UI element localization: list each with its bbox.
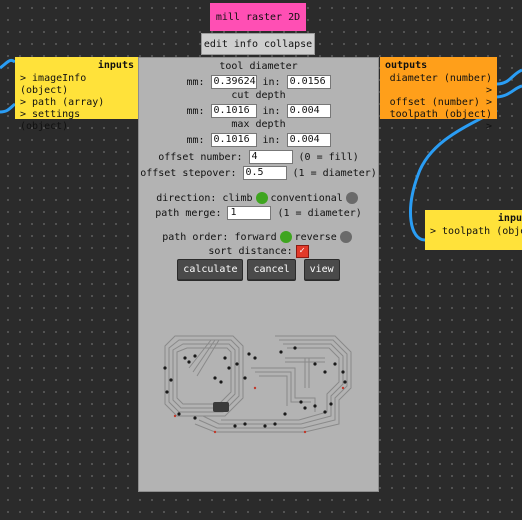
path-merge-input[interactable]: 1 bbox=[227, 206, 272, 220]
max-depth-mm-input[interactable]: 0.1016 bbox=[210, 133, 257, 147]
tool-diameter-in-input[interactable]: 0.0156 bbox=[286, 75, 331, 89]
conventional-radio[interactable] bbox=[345, 192, 358, 204]
path-merge-row: path merge: 1 (1 = diameter) bbox=[139, 206, 378, 220]
reverse-radio[interactable] bbox=[339, 231, 352, 243]
next-input-port-toolpath[interactable]: > toolpath (objec bbox=[425, 226, 522, 238]
forward-radio[interactable] bbox=[279, 231, 292, 243]
offset-number-label: offset number: bbox=[158, 151, 243, 163]
in-label: in: bbox=[262, 105, 281, 117]
action-buttons-row: calculate cancel view bbox=[139, 259, 378, 281]
sort-distance-row: sort distance: ✓ bbox=[139, 245, 378, 258]
input-port-path[interactable]: > path (array) bbox=[15, 97, 139, 109]
cut-depth-row: mm: 0.1016 in: 0.004 bbox=[139, 104, 378, 118]
path-order-row: path order: forward reverse bbox=[139, 231, 378, 243]
path-order-forward-label: path order: forward bbox=[162, 231, 277, 243]
direction-conventional-label: conventional bbox=[270, 192, 343, 204]
view-button[interactable]: view bbox=[303, 259, 340, 281]
output-port-toolpath[interactable]: toolpath (object) > bbox=[380, 109, 497, 133]
offset-number-hint: (0 = fill) bbox=[298, 151, 359, 163]
offset-stepover-hint: (1 = diameter) bbox=[292, 167, 377, 179]
cut-depth-heading: cut depth bbox=[231, 90, 286, 101]
edit-info-collapse-bar[interactable]: edit info collapse bbox=[201, 33, 315, 55]
cut-depth-mm-input[interactable]: 0.1016 bbox=[210, 104, 257, 118]
direction-row: direction: climb conventional bbox=[139, 192, 378, 204]
path-order-reverse-label: reverse bbox=[294, 231, 337, 243]
in-label: in: bbox=[262, 76, 281, 88]
output-port-offset[interactable]: offset (number) > bbox=[380, 97, 497, 109]
max-depth-row: mm: 0.1016 in: 0.004 bbox=[139, 133, 378, 147]
offset-stepover-row: offset stepover: 0.5 (1 = diameter) bbox=[139, 166, 378, 180]
cut-depth-in-input[interactable]: 0.004 bbox=[286, 104, 331, 118]
climb-radio[interactable] bbox=[255, 192, 268, 204]
input-port-imageinfo[interactable]: > imageInfo (object) bbox=[15, 73, 139, 97]
outputs-node[interactable]: outputs diameter (number) > offset (numb… bbox=[380, 57, 497, 132]
in-label: in: bbox=[262, 134, 281, 146]
sort-distance-checkbox[interactable]: ✓ bbox=[295, 245, 309, 258]
calculate-button[interactable]: calculate bbox=[177, 259, 244, 281]
cancel-button[interactable]: cancel bbox=[247, 259, 296, 281]
path-merge-hint: (1 = diameter) bbox=[277, 207, 362, 219]
next-module-inputs-node[interactable]: inpu > toolpath (objec bbox=[425, 210, 522, 250]
direction-climb-label: direction: climb bbox=[156, 192, 253, 204]
max-depth-in-input[interactable]: 0.004 bbox=[286, 133, 331, 147]
offset-number-row: offset number: 4 (0 = fill) bbox=[139, 150, 378, 164]
offset-stepover-input[interactable]: 0.5 bbox=[242, 166, 287, 180]
input-port-settings[interactable]: > settings (object) bbox=[15, 109, 139, 133]
next-inputs-title: inpu bbox=[497, 213, 522, 224]
tool-diameter-row: mm: 0.39624 in: 0.0156 bbox=[139, 75, 378, 89]
offset-number-input[interactable]: 4 bbox=[248, 150, 293, 164]
tool-diameter-mm-input[interactable]: 0.39624 bbox=[210, 75, 257, 89]
sort-distance-label: sort distance: bbox=[208, 246, 293, 257]
toolpath-preview bbox=[163, 335, 352, 434]
path-merge-label: path merge: bbox=[155, 207, 222, 219]
inputs-node-title: inputs bbox=[97, 60, 134, 71]
mm-label: mm: bbox=[186, 105, 205, 117]
mm-label: mm: bbox=[186, 134, 205, 146]
outputs-node-title: outputs bbox=[385, 60, 428, 71]
offset-stepover-label: offset stepover: bbox=[140, 167, 237, 179]
mm-label: mm: bbox=[186, 76, 205, 88]
tool-diameter-heading: tool diameter bbox=[219, 61, 298, 72]
module-title: mill raster 2D bbox=[210, 3, 306, 31]
output-port-diameter[interactable]: diameter (number) > bbox=[380, 73, 497, 97]
max-depth-heading: max depth bbox=[231, 119, 286, 130]
inputs-node[interactable]: inputs > imageInfo (object) > path (arra… bbox=[15, 57, 139, 132]
